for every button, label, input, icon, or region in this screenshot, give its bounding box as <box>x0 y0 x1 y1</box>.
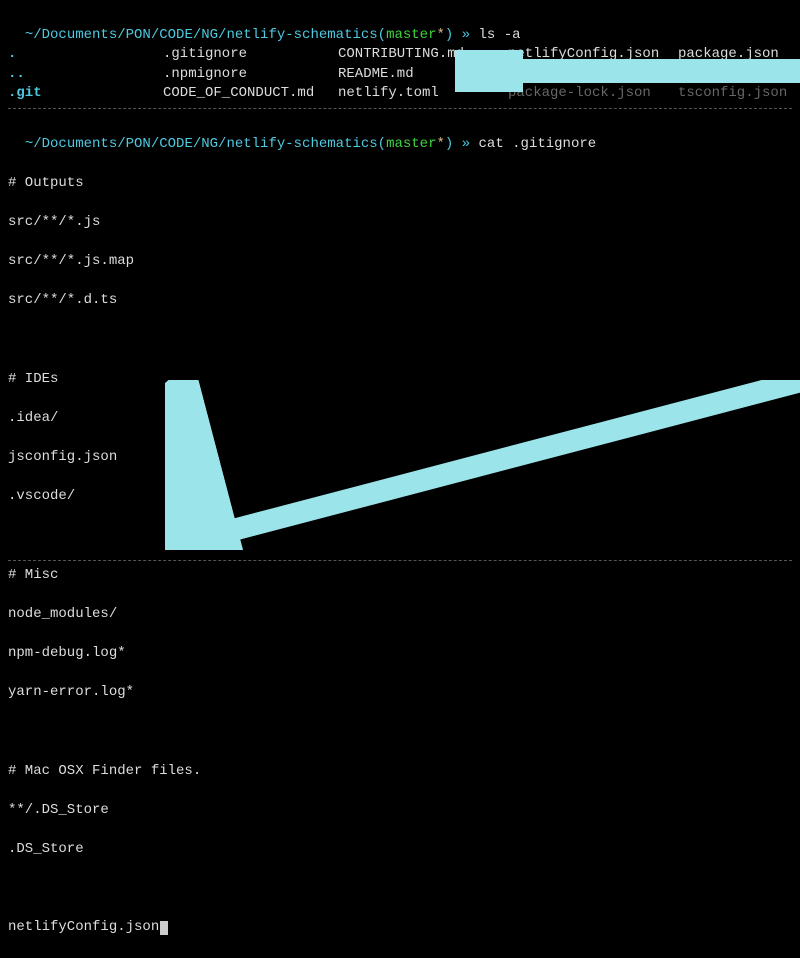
ls-item: node_modules <box>508 65 678 85</box>
file-line: .idea/ <box>8 409 792 429</box>
ls-item: tsconfig.json <box>678 84 800 104</box>
ls-item: . <box>8 45 163 65</box>
gitignore-last-line: netlifyConfig.json <box>8 919 159 935</box>
file-line: # Misc <box>8 566 792 586</box>
file-line: npm-debug.log* <box>8 644 792 664</box>
file-line: jsconfig.json <box>8 448 792 468</box>
file-line: node_modules/ <box>8 605 792 625</box>
ls-item: .. <box>8 65 163 85</box>
file-line: src/**/*.js <box>8 213 792 233</box>
prompt-sep: » <box>462 136 470 152</box>
ls-item: .npmignore <box>163 65 338 85</box>
file-line: # Outputs <box>8 174 792 194</box>
file-line: yarn-error.log* <box>8 683 792 703</box>
cwd-path: ~/Documents/PON/CODE/NG/netlify-schemati… <box>25 27 378 43</box>
ls-item: .gitignore <box>163 45 338 65</box>
file-line: netlifyConfig.json <box>8 918 792 938</box>
git-dirty-star: * <box>437 27 445 43</box>
git-branch: master <box>386 136 436 152</box>
file-line: **/.DS_Store <box>8 801 792 821</box>
ls-item: CODE_OF_CONDUCT.md <box>163 84 338 104</box>
ls-item: src <box>678 65 800 85</box>
branch-open: ( <box>378 136 386 152</box>
shell-prompt-2: ~/Documents/PON/CODE/NG/netlify-schemati… <box>8 115 792 154</box>
file-line: src/**/*.js.map <box>8 252 792 272</box>
file-line <box>8 331 792 351</box>
shell-prompt-1: ~/Documents/PON/CODE/NG/netlify-schemati… <box>8 6 792 45</box>
session-divider-bottom <box>8 560 792 561</box>
file-line: .DS_Store <box>8 840 792 860</box>
ls-item: CONTRIBUTING.md <box>338 45 508 65</box>
branch-close: ) <box>445 136 453 152</box>
file-line: # Mac OSX Finder files. <box>8 762 792 782</box>
session-divider <box>8 108 792 109</box>
ls-item: README.md <box>338 65 508 85</box>
file-line <box>8 879 792 899</box>
prompt-sep: » <box>462 27 470 43</box>
command-text[interactable]: ls -a <box>479 27 521 43</box>
file-line: # IDEs <box>8 370 792 390</box>
branch-close: ) <box>445 27 453 43</box>
ls-item: package-lock.json <box>508 84 678 104</box>
ls-output: . .gitignore CONTRIBUTING.md netlifyConf… <box>8 45 792 104</box>
ls-item: package.json <box>678 45 800 65</box>
cwd-path: ~/Documents/PON/CODE/NG/netlify-schemati… <box>25 136 378 152</box>
git-dirty-star: * <box>437 136 445 152</box>
branch-open: ( <box>378 27 386 43</box>
ls-item: netlify.toml <box>338 84 508 104</box>
file-line <box>8 722 792 742</box>
gitignore-output: # Outputs src/**/*.js src/**/*.js.map sr… <box>8 154 792 957</box>
ls-item: .git <box>8 84 163 104</box>
eof-cursor-icon <box>160 921 168 935</box>
ls-item: netlifyConfig.json <box>508 45 678 65</box>
file-line: .vscode/ <box>8 487 792 507</box>
command-text[interactable]: cat .gitignore <box>479 136 597 152</box>
file-line: src/**/*.d.ts <box>8 291 792 311</box>
file-line <box>8 526 792 546</box>
git-branch: master <box>386 27 436 43</box>
